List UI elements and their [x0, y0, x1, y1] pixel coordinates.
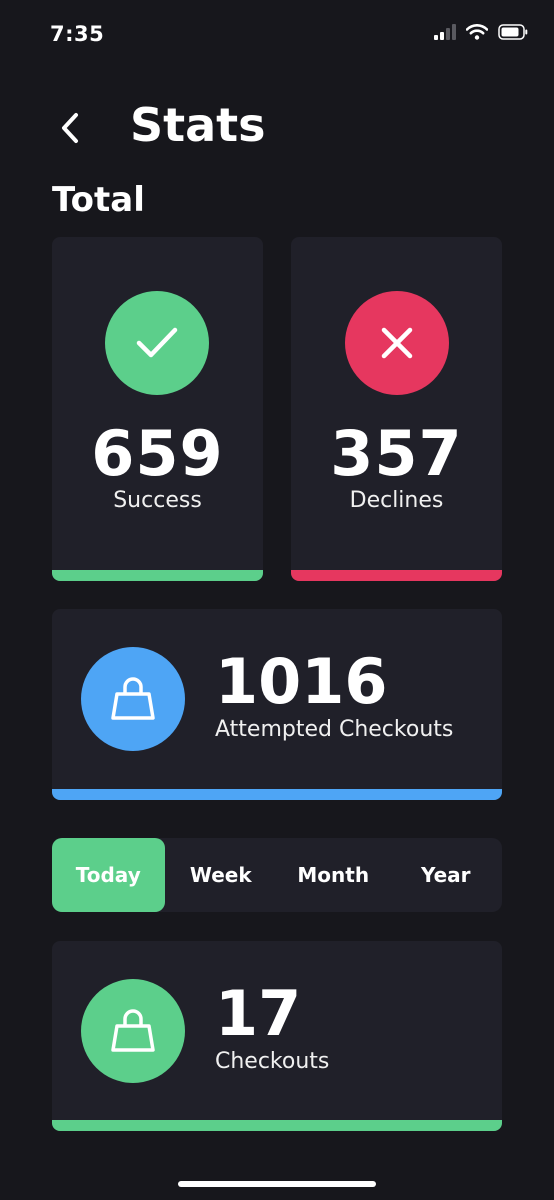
declines-label: Declines	[349, 488, 444, 513]
tab-today[interactable]: Today	[52, 838, 165, 912]
checkouts-label: Checkouts	[215, 1049, 330, 1074]
tab-week[interactable]: Week	[165, 838, 278, 912]
checkouts-card: 17 Checkouts	[52, 941, 502, 1131]
tab-month[interactable]: Month	[277, 838, 390, 912]
tab-year[interactable]: Year	[390, 838, 503, 912]
status-time: 7:35	[50, 22, 105, 46]
x-icon	[381, 327, 413, 359]
bag-icon	[111, 1009, 155, 1052]
attempted-bar	[52, 789, 502, 800]
cellular-signal-icon	[434, 24, 456, 40]
declines-bar	[291, 570, 502, 581]
checkouts-bar	[52, 1120, 502, 1131]
success-badge	[105, 291, 209, 395]
success-bar	[52, 570, 263, 581]
chevron-left-icon	[62, 113, 78, 143]
home-indicator[interactable]	[178, 1181, 376, 1187]
battery-icon	[498, 24, 528, 40]
success-count: 659	[91, 417, 224, 490]
wifi-icon	[466, 24, 488, 40]
attempted-badge	[81, 647, 185, 751]
status-icons	[434, 24, 528, 40]
check-icon	[136, 327, 178, 358]
success-card: 659 Success	[52, 237, 263, 581]
stats-screen: 7:35 Stats Total 659 Success 357 Decline…	[0, 0, 554, 1200]
section-title: Total	[52, 180, 145, 220]
checkouts-count: 17	[215, 977, 302, 1050]
attempted-checkouts-card: 1016 Attempted Checkouts	[52, 609, 502, 800]
declines-badge	[345, 291, 449, 395]
declines-count: 357	[330, 417, 463, 490]
declines-card: 357 Declines	[291, 237, 502, 581]
success-label: Success	[113, 488, 202, 513]
page-title: Stats	[130, 98, 266, 152]
attempted-count: 1016	[215, 645, 388, 718]
period-tabs: Today Week Month Year	[52, 838, 502, 912]
checkouts-badge	[81, 979, 185, 1083]
back-button[interactable]	[52, 110, 88, 146]
attempted-label: Attempted Checkouts	[215, 717, 454, 742]
bag-icon	[111, 677, 155, 720]
